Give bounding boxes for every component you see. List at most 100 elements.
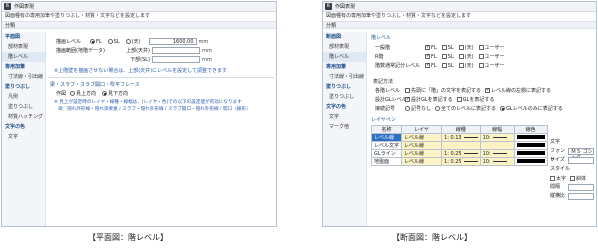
range-row: 描画範囲(地階データ) 上部(天井) mm [56,47,212,54]
radio-sl[interactable] [107,39,113,44]
table-row[interactable]: レベル線 レベル線 1: 0.13 10: [370,133,548,142]
table-cell-layer: レベル線 [401,157,443,166]
layer-pen-title: レイヤペン [371,117,396,123]
radio-ceiling[interactable] [125,39,131,44]
cell-text: 地盤面 [374,159,390,165]
upper-input[interactable] [152,47,200,54]
style-label: スタイル [550,166,571,172]
left-caption: 【平面図：階レベル】 [88,233,168,242]
cell-text: レベル線 [374,135,395,141]
method-option-label: GLレベルのみに表記する [506,106,563,112]
left-item-8[interactable]: 材質ハッチング [2,112,45,122]
bold-label: 太字 [556,176,567,182]
right-item-1[interactable]: 部材表現 [323,42,366,52]
connect-radio[interactable] [405,106,410,111]
right-sidebar: 断面図 部材表現 階レベル 専用加筆 寸法線・引出線 塗りつぶし 塗りつぶし 文字の色 文字 マー… [323,32,367,226]
method-option-label: レベル線の左側に表記する [491,88,552,94]
table-cell-color[interactable] [513,149,548,158]
left-titlebar: ß 作図表現 [2,2,276,12]
upper-label: 上部(天井) [126,48,150,54]
method-checkbox[interactable] [485,88,490,93]
radio-see-down[interactable] [102,91,108,96]
left-category-5: 塗りつぶし [5,84,31,90]
italic-checkbox[interactable] [570,176,576,181]
right-category-3: 専用加筆 [326,64,347,70]
right-classification-header: 分類 [323,21,596,29]
right-item-9[interactable]: マーク他 [323,122,366,132]
table-cell-name: レベル線 [370,133,403,142]
level-value-input[interactable]: 1600.00 [148,38,197,45]
table-cell-lwidth [479,141,515,150]
level-checkbox[interactable] [441,63,447,68]
method-option-label: 先頭に「階」の文字を表記する [411,88,482,94]
method-row-label: 設計GLレベル [375,97,407,103]
cell-text: 1: 0.25 [444,158,462,165]
ratio-input[interactable] [568,193,594,200]
line-preview [492,152,507,154]
left-item-4[interactable]: 寸法線・引出線 [2,72,45,82]
size-input[interactable] [568,157,594,164]
text-panel-title: 文字 [550,139,561,145]
font-select[interactable]: ＭＳ ゴシック [568,148,594,161]
level-checkbox[interactable] [458,54,464,59]
method-checkbox[interactable] [456,97,462,102]
cell-text: GLライン [374,151,396,157]
level-checkbox[interactable] [425,54,430,59]
layer-table: 名称 レイヤ 線種 線幅 線色 レベル線 レベル線 1: 0.13 10: レベル文字 レベル線 G… [370,125,548,166]
note-upper-wall: ※上階壁を描画させない場合は、上部(天井)にレベルを設定して調整できます [54,68,227,74]
font-label: フォント [550,148,566,163]
table-row[interactable]: 地盤面 レベル線 1: 0.25 10: [370,157,548,166]
radio-see-up[interactable] [70,91,75,96]
right-item-2[interactable]: 階レベル [323,52,366,62]
table-cell-color[interactable] [513,133,548,142]
bold-checkbox[interactable] [550,176,555,181]
left-item-1[interactable]: 部材表現 [2,42,45,52]
section-settings-window: ß 作図表現 図面種有の専用加筆や塗りつぶし・材質・文字などを設定します 分類 … [322,1,597,227]
right-item-4[interactable]: 寸法線・引出線 [323,72,366,82]
method-row-label: 接続記号 [375,106,396,112]
method-row-label: 各階レベル [375,88,401,94]
display-method-title: 表記方法 [373,79,394,85]
left-item-10[interactable]: 文字 [2,132,45,142]
level-checkbox[interactable] [425,45,430,50]
radio-fl[interactable] [90,39,95,44]
spacing-input[interactable] [568,184,594,191]
radio-ceiling-label: (天) [131,39,141,45]
table-cell-color[interactable] [513,157,548,166]
connect-radio[interactable] [500,106,506,111]
level-row-label: 階数通常記分レベル [375,63,421,69]
left-item-7[interactable]: 塗りつぶし [2,102,45,112]
table-cell-color[interactable] [513,141,548,150]
right-item-8[interactable]: 文字 [323,112,366,122]
level-check-row: 階数通常記分レベル FL SL (天) ユーザー [375,62,509,70]
left-category-3: 専用加筆 [5,64,26,70]
right-item-6[interactable]: 塗りつぶし [323,92,366,102]
connect-radio[interactable] [435,106,441,111]
level-checkbox[interactable] [478,54,484,59]
table-header: レイヤ [401,125,443,134]
level-check-row: 一般階 FL SL (天) ユーザー [375,44,509,52]
table-row[interactable]: GLライン レベル線 1: 0.25 10: [370,149,548,158]
level-checkbox[interactable] [458,45,464,50]
left-classification-header: 分類 [2,21,276,29]
left-item-2[interactable]: 階レベル [2,52,45,62]
lower-input[interactable] [152,56,200,63]
level-checkbox[interactable] [458,63,464,68]
table-cell-ltype: 1: 0.25 [441,149,481,158]
left-item-6[interactable]: 凡例 [2,92,45,102]
method-checkbox[interactable] [405,88,410,93]
table-row[interactable]: レベル文字 レベル線 [370,141,548,150]
table-cell-ltype: 1: 0.13 [441,133,481,142]
display-label: 作図 [56,91,67,97]
level-checkbox[interactable] [441,45,447,50]
method-checkbox[interactable] [405,97,410,102]
size-label: サイズ [550,157,565,163]
level-checkbox[interactable] [441,54,447,59]
note-see-up-layer: ※ 見上が設定時のレイヤ・線種・線幅は、[レイヤ・色]での以下の設定値が有効にな… [54,100,242,105]
level-row-label: R階 [375,54,384,60]
line-preview [492,160,507,162]
level-checkbox[interactable] [478,45,484,50]
level-checkbox[interactable] [478,63,484,68]
level-checkbox[interactable] [425,63,430,68]
display-method-row: 各階レベル 先頭に「階」の文字を表記する レベル線の左側に表記する [375,87,555,94]
